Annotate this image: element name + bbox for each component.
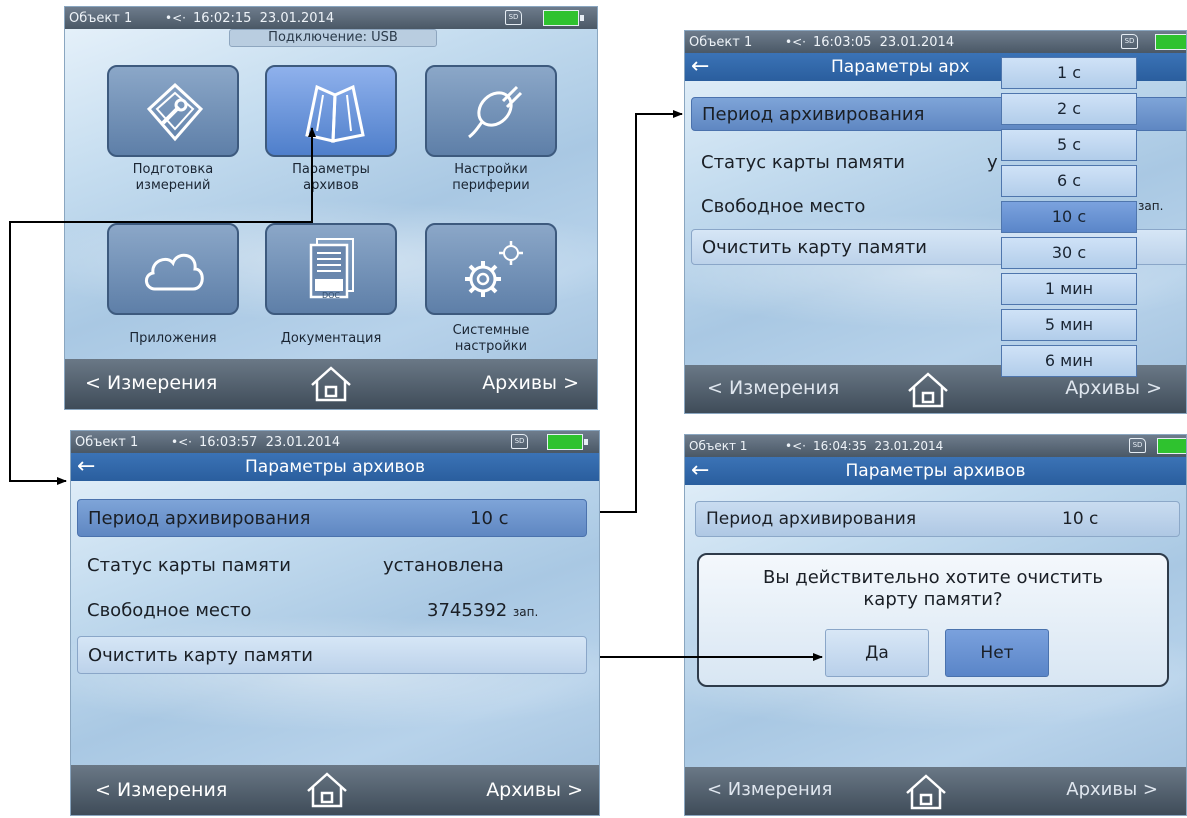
tile-prepare-measurements[interactable] [107, 65, 239, 157]
no-button[interactable]: Нет [945, 629, 1049, 677]
nav-archives-button[interactable]: Архивы > [1066, 779, 1158, 800]
tile-system-settings[interactable] [425, 223, 557, 315]
tile-peripheral-settings[interactable] [425, 65, 557, 157]
period-dropdown-list: 1 с 2 с 5 с 6 с 10 с 30 с 1 мин 5 мин 6 … [1001, 57, 1137, 387]
dropdown-option[interactable]: 1 с [1001, 57, 1137, 89]
book-icon [305, 84, 365, 143]
tile-label-archive: Параметры архивов [292, 162, 370, 193]
clock: 16:02:15 23.01.2014 [193, 10, 335, 26]
tile-label-prepare: Подготовка измерений [132, 162, 214, 193]
object-name: Объект 1 [75, 434, 139, 450]
house-wrench-icon [146, 82, 204, 142]
bottom-nav: < Измерения Архивы > [685, 767, 1186, 815]
usb-icon: •<· [165, 11, 186, 25]
screen-main-menu: Объект 1 •<· 16:02:15 23.01.2014 SD Подк… [64, 6, 598, 410]
bottom-nav: < Измерения Архивы > [71, 765, 599, 815]
status-bar: Объект 1 •<· 16:04:35 23.01.2014 SD [685, 435, 1186, 457]
dropdown-option[interactable]: 6 с [1001, 165, 1137, 197]
page-title: Параметры арх [831, 57, 970, 77]
status-bar: Объект 1 •<· 16:02:15 23.01.2014 SD [65, 7, 597, 29]
dropdown-option[interactable]: 6 мин [1001, 345, 1137, 377]
usb-icon: •<· [171, 435, 192, 449]
sd-card-icon: SD [511, 434, 528, 449]
connection-status: Подключение: USB [229, 29, 437, 47]
sd-card-icon: SD [505, 10, 522, 25]
dropdown-option[interactable]: 30 с [1001, 237, 1137, 269]
back-arrow-icon[interactable]: ← [691, 460, 709, 482]
usb-icon: •<· [785, 439, 806, 453]
usb-icon: •<· [785, 35, 806, 49]
doc-badge: DOC [321, 291, 341, 300]
title-bar: ← Параметры архивов [685, 457, 1186, 485]
back-arrow-icon[interactable]: ← [691, 56, 709, 78]
nav-measurements-button[interactable]: < Измерения [707, 377, 839, 399]
battery-icon [547, 434, 588, 450]
confirm-dialog: Вы действительно хотите очистить карту п… [697, 553, 1169, 687]
tile-label-applications: Приложения [129, 331, 217, 346]
dropdown-option[interactable]: 2 с [1001, 93, 1137, 125]
cloud-icon [145, 253, 204, 291]
home-icon[interactable] [905, 371, 951, 409]
plug-icon [468, 85, 523, 139]
dropdown-option-selected[interactable]: 10 с [1001, 201, 1137, 233]
battery-icon [1155, 34, 1186, 50]
nav-measurements-button[interactable]: < Измерения [85, 372, 217, 394]
tile-label-peripheral: Настройки периферии [452, 162, 530, 193]
home-icon[interactable] [903, 773, 949, 811]
nav-archives-button[interactable]: Архивы > [486, 779, 583, 801]
clock: 16:03:57 23.01.2014 [199, 434, 341, 450]
status-bar: Объект 1 •<· 16:03:57 23.01.2014 SD [71, 431, 599, 453]
screen-period-dropdown: Объект 1 •<· 16:03:05 23.01.2014 SD ← Па… [684, 30, 1187, 414]
object-name: Объект 1 [69, 10, 133, 26]
row-clear-card[interactable]: Очистить карту памяти [77, 636, 587, 674]
row-free-space: Свободное место 3745392 зап. [87, 599, 539, 621]
dropdown-option[interactable]: 1 мин [1001, 273, 1137, 305]
battery-icon [1157, 438, 1186, 454]
dropdown-option[interactable]: 5 с [1001, 129, 1137, 161]
tile-applications[interactable] [107, 223, 239, 315]
bottom-nav: < Измерения Архивы > [65, 359, 597, 409]
back-arrow-icon[interactable]: ← [77, 456, 95, 478]
home-icon[interactable] [308, 365, 354, 403]
battery-icon [543, 10, 584, 26]
sd-card-icon: SD [1121, 34, 1138, 49]
row-archive-period[interactable]: Период архивирования 10 с [77, 499, 587, 537]
gears-icon [465, 241, 523, 297]
instruction-diagram: Объект 1 •<· 16:02:15 23.01.2014 SD Подк… [0, 0, 1187, 818]
nav-measurements-button[interactable]: < Измерения [707, 779, 832, 800]
dialog-message: Вы действительно хотите очистить карту п… [762, 567, 1103, 610]
tile-archive-parameters[interactable] [265, 65, 397, 157]
nav-measurements-button[interactable]: < Измерения [95, 779, 227, 801]
screen-archive-parameters: Объект 1 •<· 16:03:57 23.01.2014 SD ← Па… [70, 430, 600, 816]
arrow-period-to-dropdown [600, 110, 683, 513]
home-icon[interactable] [304, 771, 350, 809]
object-name: Объект 1 [689, 439, 748, 453]
tile-documentation[interactable] [265, 223, 397, 315]
clock: 16:04:35 23.01.2014 [813, 439, 944, 453]
row-archive-period[interactable]: Период архивирования 10 с [695, 501, 1180, 537]
dropdown-option[interactable]: 5 мин [1001, 309, 1137, 341]
tile-label-system: Системные настройки [452, 323, 530, 354]
sd-card-icon: SD [1129, 438, 1146, 453]
page-title: Параметры архивов [245, 457, 425, 477]
screen-clear-card-dialog: Объект 1 •<· 16:04:35 23.01.2014 SD ← Па… [684, 434, 1187, 816]
clock: 16:03:05 23.01.2014 [813, 34, 955, 50]
title-bar: ← Параметры архивов [71, 453, 599, 481]
row-card-status: Статус карты памяти установлена [87, 554, 504, 576]
page-title: Параметры архивов [845, 461, 1026, 481]
yes-button[interactable]: Да [825, 629, 929, 677]
tile-label-documentation: Документация [280, 331, 382, 346]
object-name: Объект 1 [689, 34, 753, 50]
status-bar: Объект 1 •<· 16:03:05 23.01.2014 SD [685, 31, 1186, 53]
nav-archives-button[interactable]: Архивы > [482, 372, 579, 394]
